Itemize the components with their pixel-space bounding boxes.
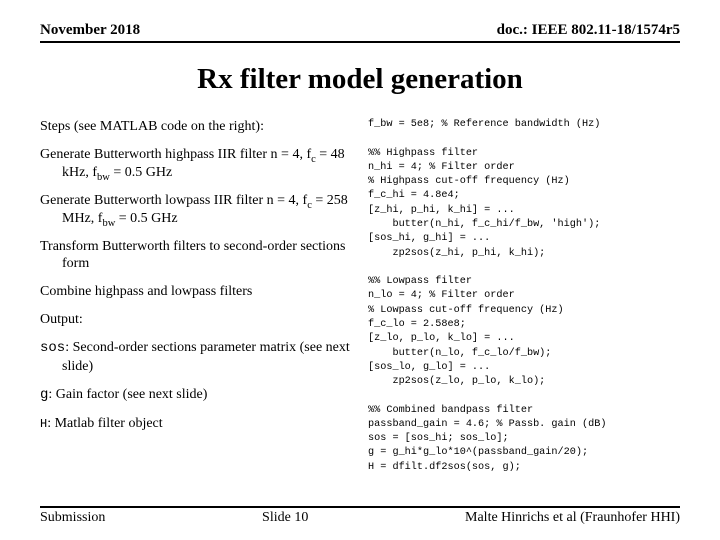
slide-footer: Submission Slide 10 Malte Hinrichs et al… — [40, 506, 680, 526]
footer-slide-number: Slide 10 — [262, 510, 308, 526]
output-sos: sos: Second-order sections parameter mat… — [40, 339, 350, 376]
slide-title: Rx filter model generation — [40, 63, 680, 96]
output-g: g: Gain factor (see next slide) — [40, 386, 350, 405]
step-highpass: Generate Butterworth highpass IIR filter… — [40, 146, 350, 182]
slide-header: November 2018 doc.: IEEE 802.11-18/1574r… — [40, 22, 680, 43]
header-doc-id: doc.: IEEE 802.11-18/1574r5 — [497, 22, 680, 39]
output-heading: Output: — [40, 311, 350, 329]
footer-author: Malte Hinrichs et al (Fraunhofer HHI) — [465, 510, 680, 526]
header-date: November 2018 — [40, 22, 140, 39]
output-h: H: Matlab filter object — [40, 415, 350, 433]
step-lowpass: Generate Butterworth lowpass IIR filter … — [40, 192, 350, 228]
steps-column: Steps (see MATLAB code on the right): Ge… — [40, 118, 350, 475]
steps-heading: Steps (see MATLAB code on the right): — [40, 118, 350, 136]
step-combine: Combine highpass and lowpass filters — [40, 283, 350, 301]
footer-left: Submission — [40, 510, 105, 526]
matlab-code-block: f_bw = 5e8; % Reference bandwidth (Hz) %… — [368, 118, 680, 475]
content-columns: Steps (see MATLAB code on the right): Ge… — [40, 118, 680, 475]
step-transform: Transform Butterworth filters to second-… — [40, 238, 350, 274]
